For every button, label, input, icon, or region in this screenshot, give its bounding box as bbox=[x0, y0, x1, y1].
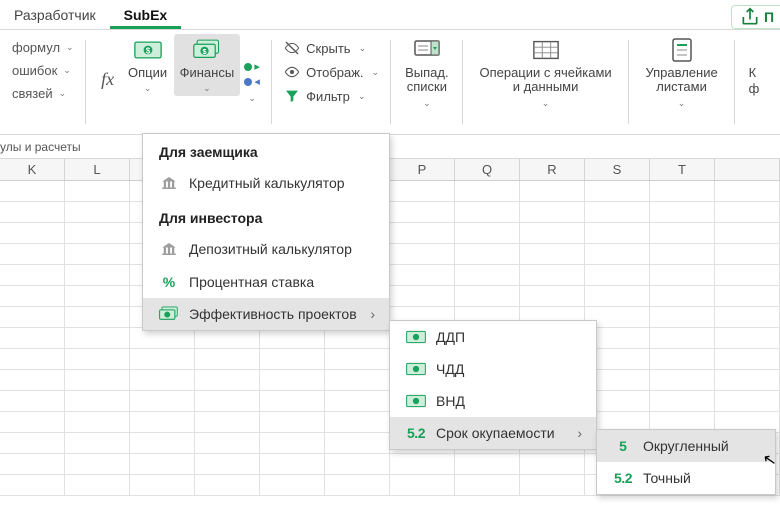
cash-icon bbox=[406, 362, 426, 376]
cash-icon bbox=[406, 330, 426, 344]
dropdown-list-icon bbox=[413, 36, 441, 64]
partial-right-button[interactable]: К ф bbox=[743, 34, 780, 99]
options-button[interactable]: $ Опции ⌄ bbox=[122, 34, 174, 96]
col-R[interactable]: R bbox=[520, 159, 585, 180]
hide-icon bbox=[284, 40, 300, 56]
group-dropdowns: Выпад. списки ⌄ bbox=[391, 30, 462, 134]
menu-rounded[interactable]: 5 Округленный bbox=[597, 430, 775, 462]
funnel-icon bbox=[284, 88, 300, 104]
bank-icon bbox=[159, 240, 179, 258]
mini-toggle[interactable]: ▸ ◂ ⌄ bbox=[240, 34, 264, 104]
payback-submenu: 5 Округленный 5.2 Точный bbox=[596, 429, 776, 495]
column-headers[interactable]: K L P Q R S T bbox=[0, 159, 780, 181]
col-L[interactable]: L bbox=[65, 159, 130, 180]
percent-icon: % bbox=[159, 274, 179, 290]
group-audit: формул⌄ ошибок⌄ связей⌄ bbox=[0, 30, 86, 134]
col-S[interactable]: S bbox=[585, 159, 650, 180]
menu-ddp[interactable]: ДДП bbox=[390, 321, 596, 353]
tab-developer[interactable]: Разработчик bbox=[0, 1, 110, 29]
menu-credit-calc[interactable]: Кредитный калькулятор bbox=[143, 166, 389, 200]
number-five-icon: 5 bbox=[613, 438, 633, 454]
finance-menu: Для заемщика Кредитный калькулятор Для и… bbox=[142, 133, 390, 331]
audit-formulas[interactable]: формул⌄ bbox=[8, 38, 78, 57]
fx-button[interactable]: fx bbox=[94, 34, 122, 124]
efficiency-submenu: ДДП ЧДД ВНД 5.2 Срок окупаемости › bbox=[389, 320, 597, 450]
money-stack-icon bbox=[159, 306, 179, 322]
menu-vnd[interactable]: ВНД bbox=[390, 385, 596, 417]
menu-rate[interactable]: % Процентная ставка bbox=[143, 266, 389, 298]
tab-subex[interactable]: SubEx bbox=[110, 1, 182, 29]
chevron-right-icon: › bbox=[370, 306, 375, 322]
dropdowns-button[interactable]: Выпад. списки ⌄ bbox=[399, 34, 454, 111]
col-blank5[interactable] bbox=[715, 159, 780, 180]
menu-header-investor: Для инвестора bbox=[143, 200, 389, 232]
cash-icon bbox=[406, 394, 426, 408]
audit-errors[interactable]: ошибок⌄ bbox=[8, 61, 78, 80]
tab-strip: Разработчик SubEx П bbox=[0, 0, 780, 30]
sheet-icon bbox=[668, 36, 696, 64]
menu-efficiency[interactable]: Эффективность проектов › bbox=[143, 298, 389, 330]
hide-button[interactable]: Скрыть⌄ bbox=[280, 38, 383, 58]
group-fx: fx $ Опции ⌄ $ Финансы ⌄ ▸ ◂ ⌄ bbox=[86, 30, 273, 134]
audit-links[interactable]: связей⌄ bbox=[8, 84, 78, 103]
share-label: П bbox=[764, 9, 774, 25]
group-visibility: Скрыть⌄ Отображ.⌄ Фильтр⌄ bbox=[272, 30, 391, 134]
number-icon: 5.2 bbox=[613, 470, 633, 486]
menu-deposit-calc[interactable]: Депозитный калькулятор bbox=[143, 232, 389, 266]
menu-exact[interactable]: 5.2 Точный bbox=[597, 462, 775, 494]
menu-payback[interactable]: 5.2 Срок окупаемости › bbox=[390, 417, 596, 449]
cells-icon bbox=[532, 36, 560, 64]
filter-button[interactable]: Фильтр⌄ bbox=[280, 86, 383, 106]
money-stack-icon: $ bbox=[193, 36, 221, 64]
show-button[interactable]: Отображ.⌄ bbox=[280, 62, 383, 82]
group-caption-partial: улы и расчеты bbox=[0, 135, 780, 159]
share-button[interactable]: П bbox=[731, 5, 780, 29]
bank-icon bbox=[159, 174, 179, 192]
menu-header-borrower: Для заемщика bbox=[143, 134, 389, 166]
number-icon: 5.2 bbox=[406, 425, 426, 441]
share-icon bbox=[740, 7, 760, 27]
money-icon: $ bbox=[134, 36, 162, 64]
sheets-button[interactable]: Управление листами ⌄ bbox=[637, 34, 727, 111]
svg-text:$: $ bbox=[145, 47, 150, 56]
show-icon bbox=[284, 64, 300, 80]
col-T[interactable]: T bbox=[650, 159, 715, 180]
finance-button[interactable]: $ Финансы ⌄ bbox=[174, 34, 241, 96]
col-K[interactable]: K bbox=[0, 159, 65, 180]
col-Q[interactable]: Q bbox=[455, 159, 520, 180]
ribbon: формул⌄ ошибок⌄ связей⌄ fx $ Опции ⌄ $ Ф… bbox=[0, 30, 780, 135]
col-P[interactable]: P bbox=[390, 159, 455, 180]
cell-ops-button[interactable]: Операции с ячейками и данными ⌄ bbox=[471, 34, 621, 111]
group-sheets: Управление листами ⌄ bbox=[629, 30, 735, 134]
menu-chdd[interactable]: ЧДД bbox=[390, 353, 596, 385]
chevron-right-icon: › bbox=[577, 425, 582, 441]
group-partial-right: К ф bbox=[735, 30, 780, 134]
group-cell-ops: Операции с ячейками и данными ⌄ bbox=[463, 30, 629, 134]
